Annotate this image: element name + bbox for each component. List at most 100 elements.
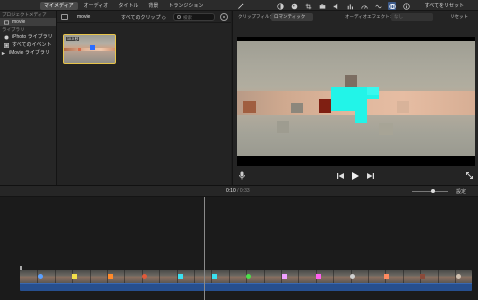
video-tile bbox=[319, 99, 331, 113]
speed-icon[interactable] bbox=[360, 2, 368, 10]
reset-all-button[interactable]: すべてをリセット bbox=[425, 2, 464, 10]
tab-audio[interactable]: オーディオ bbox=[80, 2, 113, 10]
filmstrip-color-mark bbox=[350, 274, 355, 279]
cyan-block bbox=[355, 99, 367, 123]
volume-icon[interactable] bbox=[332, 2, 340, 10]
clip-filter-select[interactable]: ロマンティック bbox=[271, 13, 313, 21]
gear-icon[interactable] bbox=[220, 13, 228, 21]
clip-filter-icon[interactable] bbox=[388, 2, 396, 10]
filmstrip-frame-divider bbox=[298, 270, 300, 283]
search-field[interactable] bbox=[173, 13, 215, 21]
zoom-slider-knob[interactable] bbox=[431, 189, 435, 193]
filmstrip-frame-divider bbox=[124, 270, 126, 283]
video-frame-image bbox=[237, 41, 475, 156]
sidebar-item-label: movie bbox=[12, 19, 26, 25]
filmstrip-color-mark bbox=[420, 274, 425, 279]
filmstrip-frame-divider bbox=[159, 270, 161, 283]
audio-effect-select[interactable]: なし bbox=[391, 13, 433, 21]
search-input[interactable] bbox=[183, 14, 213, 20]
sidebar-item-label: iPhoto ライブラリ bbox=[12, 34, 53, 40]
filmstrip-frame-divider bbox=[228, 270, 230, 283]
clip-video-track bbox=[20, 270, 472, 283]
project-media-heading: プロジェクトメディア bbox=[2, 12, 47, 17]
tab-backgrounds[interactable]: 背景 bbox=[144, 2, 162, 10]
zoom-slider[interactable] bbox=[412, 191, 448, 192]
filmstrip-frame-divider bbox=[368, 270, 369, 283]
tab-transitions[interactable]: トランジション bbox=[164, 2, 207, 10]
clip-filter-dropdown[interactable]: すべてのクリップ ◇ bbox=[121, 14, 166, 21]
fullscreen-icon[interactable] bbox=[466, 172, 473, 181]
sidebar-item-label: すべてのイベント bbox=[12, 42, 52, 48]
skip-forward-icon[interactable] bbox=[367, 173, 374, 181]
skip-back-icon[interactable] bbox=[337, 173, 344, 181]
equalizer-icon[interactable] bbox=[346, 2, 354, 10]
video-tile bbox=[291, 103, 303, 113]
browser-toolbar: movie すべてのクリップ ◇ bbox=[57, 11, 231, 23]
filmstrip-color-mark bbox=[212, 274, 217, 279]
filmstrip-color-mark bbox=[246, 274, 251, 279]
current-time: 0:10 bbox=[226, 188, 236, 194]
sidebar-item-imovie-library[interactable]: iMovie ライブラリ bbox=[0, 49, 56, 57]
library-sidebar: プロジェクトメディア movie ライブラリ iPhoto ライブラリ すべての… bbox=[0, 11, 57, 185]
project-icon bbox=[4, 20, 9, 25]
reset-button[interactable]: リセット bbox=[450, 14, 468, 20]
video-tile bbox=[345, 75, 357, 87]
video-tile bbox=[397, 101, 409, 113]
info-icon[interactable] bbox=[402, 2, 410, 10]
timeline: 0:10 / 0:33 設定 bbox=[0, 185, 478, 300]
timecode: 0:10 / 0:33 bbox=[226, 188, 250, 194]
search-icon bbox=[177, 15, 181, 19]
browser-title: movie bbox=[77, 14, 91, 20]
play-icon[interactable] bbox=[351, 172, 359, 182]
camera-icon[interactable] bbox=[318, 2, 326, 10]
thumbnail-detail bbox=[90, 45, 95, 50]
sidebar-item-all-events[interactable]: すべてのイベント bbox=[0, 41, 56, 49]
tab-my-media[interactable]: マイメディア bbox=[40, 2, 78, 10]
color-palette-icon[interactable] bbox=[290, 2, 298, 10]
timeline-clip[interactable] bbox=[20, 270, 472, 291]
disclosure-triangle-icon[interactable] bbox=[1, 51, 6, 56]
filmstrip-frame-divider bbox=[333, 270, 335, 283]
filmstrip-frame-divider bbox=[437, 270, 439, 283]
playback-controls bbox=[233, 169, 478, 183]
filmstrip-color-mark bbox=[38, 274, 43, 279]
media-browser: movie すべてのクリップ ◇ 10.0 秒 bbox=[57, 11, 231, 185]
adjustment-tools bbox=[236, 2, 410, 10]
clip-duration-badge: 10.0 秒 bbox=[66, 37, 80, 41]
filmstrip-frame-divider bbox=[263, 270, 265, 283]
filmstrip-frame-divider bbox=[54, 270, 56, 283]
video-tile bbox=[243, 101, 256, 113]
events-icon bbox=[4, 42, 9, 48]
clip-filter-bar: クリップフィルタ: ロマンティック オーディオエフェクト: なし リセット bbox=[233, 11, 478, 23]
playhead[interactable] bbox=[204, 197, 205, 300]
crop-icon[interactable] bbox=[304, 2, 312, 10]
filmstrip-color-mark bbox=[142, 274, 147, 279]
filmstrip-color-mark bbox=[108, 274, 113, 279]
timeline-header: 0:10 / 0:33 設定 bbox=[0, 186, 478, 197]
filmstrip-color-mark bbox=[456, 274, 461, 279]
clip-filter-label: クリップフィルタ: bbox=[238, 14, 276, 19]
filmstrip-color-mark bbox=[282, 274, 287, 279]
media-tabs: マイメディア オーディオ タイトル 背景 トランジション bbox=[40, 2, 207, 10]
filmstrip-color-mark bbox=[316, 274, 321, 279]
video-preview[interactable] bbox=[237, 37, 475, 166]
video-tile bbox=[379, 123, 393, 135]
tab-titles[interactable]: タイトル bbox=[114, 2, 142, 10]
cyan-block bbox=[367, 87, 379, 95]
noise-reduction-icon[interactable] bbox=[374, 2, 382, 10]
timeline-settings-button[interactable]: 設定 bbox=[456, 188, 466, 195]
sidebar-toggle-icon[interactable] bbox=[61, 14, 68, 20]
sidebar-item-label: iMovie ライブラリ bbox=[9, 50, 50, 56]
filmstrip-color-mark bbox=[384, 274, 389, 279]
filmstrip-frame-divider bbox=[194, 270, 195, 283]
filmstrip-frame-divider bbox=[89, 270, 91, 283]
sidebar-item-movie[interactable]: movie bbox=[0, 18, 56, 26]
clip-thumbnail[interactable]: 10.0 秒 bbox=[63, 34, 116, 64]
top-toolbar: マイメディア オーディオ タイトル 背景 トランジション すべてをリセット bbox=[0, 0, 478, 11]
microphone-icon[interactable] bbox=[239, 171, 245, 182]
sidebar-item-iphoto[interactable]: iPhoto ライブラリ bbox=[0, 33, 56, 41]
filmstrip-frame-divider bbox=[402, 270, 404, 283]
magic-wand-icon[interactable] bbox=[236, 2, 244, 10]
libraries-heading: ライブラリ bbox=[2, 27, 25, 32]
color-balance-icon[interactable] bbox=[276, 2, 284, 10]
